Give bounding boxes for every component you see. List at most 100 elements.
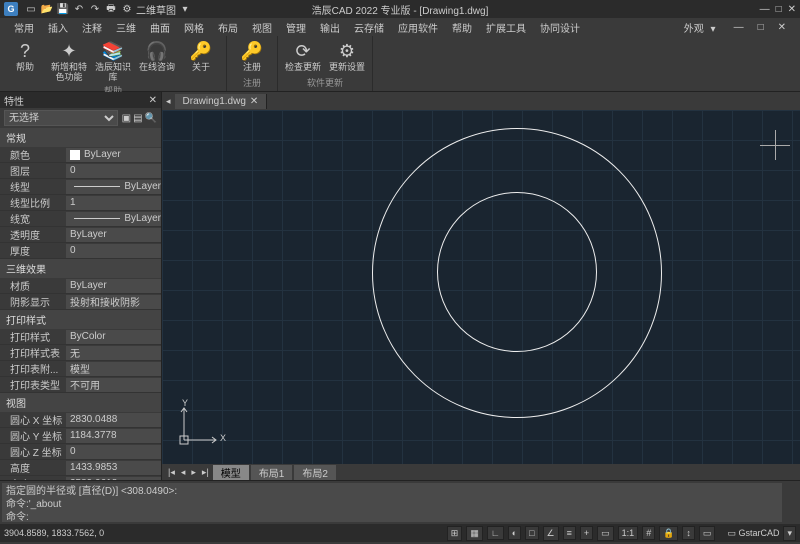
canvas[interactable]: Y X — [162, 110, 800, 464]
menu-item[interactable]: 插入 — [44, 18, 72, 37]
panel-close-icon[interactable]: ✕ — [149, 95, 157, 106]
prop-value[interactable]: ByLayer — [66, 148, 161, 162]
ribbon-button[interactable]: ✦新增和特色功能 — [48, 38, 90, 84]
qat-dropdown-icon[interactable]: ▾ — [178, 2, 192, 16]
status-expand-icon[interactable]: ▭ — [699, 526, 716, 541]
prop-section-header[interactable]: 打印样式 — [0, 310, 161, 329]
ribbon-button[interactable]: 🎧在线咨询 — [136, 38, 178, 84]
prop-section-header[interactable]: 常规 — [0, 128, 161, 147]
prop-value[interactable]: ByLayer — [66, 212, 161, 226]
pickadd-icon[interactable]: ▣ — [122, 113, 131, 124]
prop-value[interactable]: ByLayer — [66, 180, 161, 194]
prop-value[interactable]: 2830.0488 — [66, 413, 161, 427]
qat-print-icon[interactable]: 🖶 — [104, 2, 118, 16]
doc-tab-close-icon[interactable]: ✕ — [250, 96, 258, 107]
prop-value[interactable]: 模型 — [66, 362, 161, 376]
app-logo[interactable]: G — [4, 2, 18, 16]
status-lock-icon[interactable]: 🔒 — [659, 526, 678, 541]
layout-last-icon[interactable]: ▸| — [200, 467, 211, 478]
doc-minimize-icon[interactable]: — — [730, 20, 748, 35]
ribbon-button[interactable]: 🔑注册 — [231, 38, 273, 74]
status-tray-icon[interactable]: ▾ — [783, 526, 796, 541]
status-snap-icon[interactable]: ⊞ — [447, 526, 463, 541]
appearance-menu[interactable]: 外观 ▾ — [676, 18, 720, 37]
layout-next-icon[interactable]: ▸ — [189, 467, 198, 478]
qat-redo-icon[interactable]: ↷ — [88, 2, 102, 16]
status-model-icon[interactable]: ▭ — [597, 526, 614, 541]
prop-value[interactable]: ByLayer — [66, 228, 161, 242]
menu-item[interactable]: 输出 — [316, 18, 344, 37]
menu-item[interactable]: 协同设计 — [536, 18, 584, 37]
tab-prev-icon[interactable]: ◂ — [162, 96, 175, 107]
prop-value[interactable]: 投射和接收阴影 — [66, 295, 161, 309]
qat-open-icon[interactable]: 📂 — [40, 2, 54, 16]
ribbon-button[interactable]: ?帮助 — [4, 38, 46, 84]
qat-2d-label[interactable]: 二维草图 — [136, 2, 176, 16]
prop-value[interactable]: 1 — [66, 196, 161, 210]
ribbon-button[interactable]: 🔑关于 — [180, 38, 222, 84]
selection-dropdown[interactable]: 无选择 — [4, 110, 118, 126]
prop-value[interactable]: 无 — [66, 346, 161, 360]
quick-select-icon[interactable]: 🔍 — [145, 113, 157, 124]
menu-item[interactable]: 帮助 — [448, 18, 476, 37]
status-elev[interactable]: ↕ — [682, 526, 695, 540]
prop-value[interactable]: 2589.0618 — [66, 477, 161, 481]
menu-item[interactable]: 应用软件 — [394, 18, 442, 37]
layout-tab-model[interactable]: 模型 — [213, 465, 249, 480]
status-grid-icon[interactable]: ▦ — [466, 526, 483, 541]
prop-value[interactable]: 0 — [66, 164, 161, 178]
doc-close-icon[interactable]: ✕ — [774, 20, 790, 35]
menu-item[interactable]: 视图 — [248, 18, 276, 37]
status-ortho-icon[interactable]: ∟ — [487, 526, 504, 540]
cmd-scrollbar[interactable] — [784, 481, 800, 524]
command-text[interactable]: 指定圆的半径或 [直径(D)] <308.0490>: 命令:'_about 命… — [2, 483, 782, 522]
prop-section-header[interactable]: 视图 — [0, 393, 161, 412]
ribbon-button[interactable]: ⚙更新设置 — [326, 38, 368, 74]
menu-item[interactable]: 网格 — [180, 18, 208, 37]
command-line[interactable]: 指定圆的半径或 [直径(D)] <308.0490>: 命令:'_about 命… — [0, 480, 800, 524]
layout-prev-icon[interactable]: ◂ — [179, 467, 188, 478]
status-scale[interactable]: 1:1 — [618, 526, 639, 540]
quick-access-toolbar: ▭ 📂 💾 ↶ ↷ 🖶 ⚙ 二维草图 ▾ — [24, 2, 192, 16]
status-osnap-icon[interactable]: □ — [525, 526, 538, 540]
menu-item[interactable]: 云存储 — [350, 18, 388, 37]
prop-value[interactable]: 1184.3778 — [66, 429, 161, 443]
prop-value[interactable]: 0 — [66, 445, 161, 459]
prop-value[interactable]: ByColor — [66, 330, 161, 344]
prop-value[interactable]: 0 — [66, 244, 161, 258]
status-lwt-icon[interactable]: ≡ — [563, 526, 576, 540]
doc-restore-icon[interactable]: □ — [754, 20, 768, 35]
menu-item[interactable]: 注释 — [78, 18, 106, 37]
qat-workspace-icon[interactable]: ⚙ — [120, 2, 134, 16]
prop-value[interactable]: 不可用 — [66, 378, 161, 392]
circle-inner[interactable] — [437, 192, 597, 352]
qat-new-icon[interactable]: ▭ — [24, 2, 38, 16]
layout-tab[interactable]: 布局1 — [251, 465, 293, 480]
layout-tab[interactable]: 布局2 — [294, 465, 336, 480]
status-polar-icon[interactable]: ◐ — [508, 526, 521, 540]
prop-row: 厚度0 — [0, 243, 161, 259]
menu-item[interactable]: 扩展工具 — [482, 18, 530, 37]
menu-item[interactable]: 管理 — [282, 18, 310, 37]
close-icon[interactable]: ✕ — [788, 4, 796, 15]
prop-value[interactable]: 1433.9853 — [66, 461, 161, 475]
menu-item[interactable]: 曲面 — [146, 18, 174, 37]
status-annoscale[interactable]: # — [642, 526, 655, 540]
prop-value[interactable]: ByLayer — [66, 279, 161, 293]
menu-item[interactable]: 常用 — [10, 18, 38, 37]
ribbon-button[interactable]: 📚浩辰知识库 — [92, 38, 134, 84]
layout-first-icon[interactable]: |◂ — [166, 467, 177, 478]
prop-section-header[interactable]: 三维效果 — [0, 259, 161, 278]
status-dyn-icon[interactable]: + — [580, 526, 593, 540]
status-otrack-icon[interactable]: ∠ — [543, 526, 559, 541]
menu-item[interactable]: 三维 — [112, 18, 140, 37]
qat-save-icon[interactable]: 💾 — [56, 2, 70, 16]
menu-item[interactable]: 布局 — [214, 18, 242, 37]
minimize-icon[interactable]: — — [760, 4, 770, 15]
select-objects-icon[interactable]: ▤ — [133, 113, 142, 124]
maximize-icon[interactable]: □ — [776, 4, 782, 15]
ribbon-button[interactable]: ⟳检查更新 — [282, 38, 324, 74]
ucs-icon[interactable]: Y X — [172, 402, 222, 452]
qat-undo-icon[interactable]: ↶ — [72, 2, 86, 16]
document-tab[interactable]: Drawing1.dwg ✕ — [175, 94, 268, 109]
